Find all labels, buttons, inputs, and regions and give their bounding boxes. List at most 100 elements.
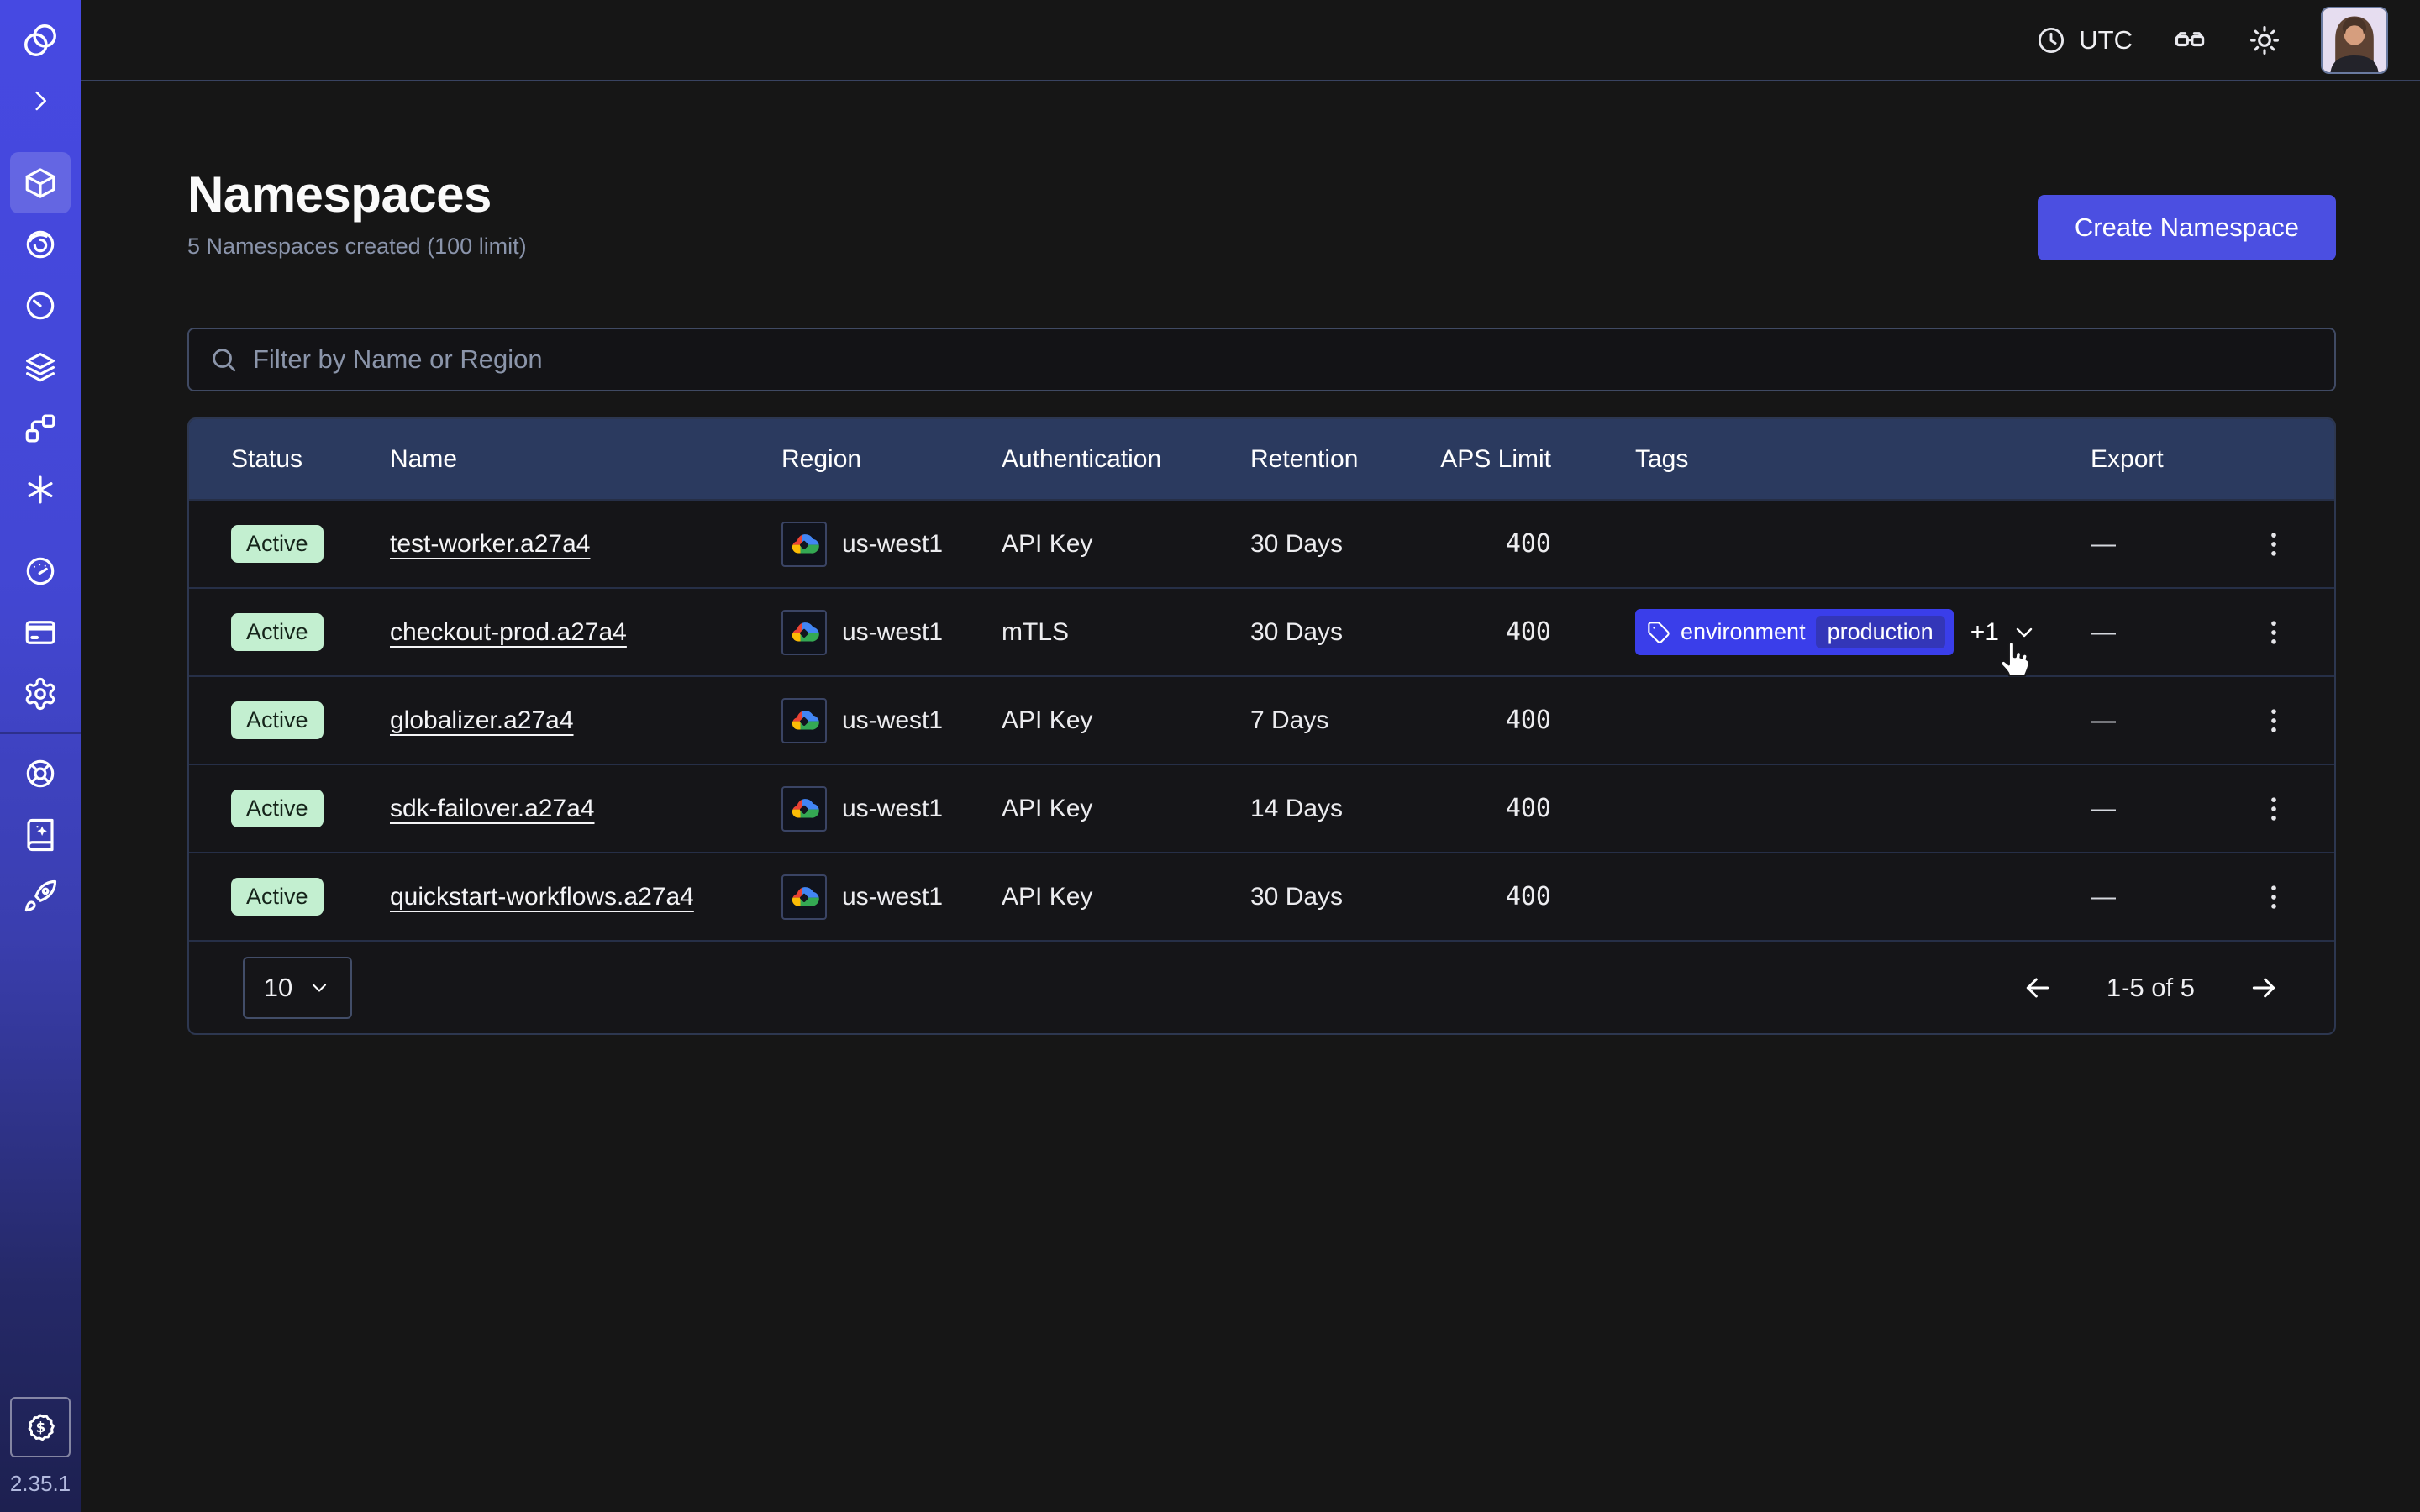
sidebar-item-batch-operations[interactable] (10, 397, 71, 459)
next-page-button[interactable] (2247, 971, 2281, 1005)
sidebar-item-workflows[interactable] (10, 213, 71, 275)
sun-icon (2247, 23, 2282, 58)
sidebar-item-schedules[interactable] (10, 275, 71, 336)
status-badge: Active (231, 613, 324, 651)
region-label: us-west1 (842, 795, 943, 823)
theme-toggle-button[interactable] (2247, 23, 2282, 58)
credit-card-icon (23, 615, 58, 650)
table-row: Active checkout-prod.a27a4 us-west1 mTLS… (189, 587, 2334, 675)
gauge-icon (23, 554, 58, 589)
col-header-export: Export (2091, 445, 2252, 474)
status-badge: Active (231, 701, 324, 739)
arrow-left-icon (2021, 971, 2054, 1005)
cube-icon (23, 165, 58, 201)
namespace-link[interactable]: sdk-failover.a27a4 (390, 795, 595, 822)
tags-more-count: +1 (1970, 618, 1999, 647)
gcp-cloud-icon (781, 610, 827, 655)
gear-icon (23, 676, 58, 711)
auth-label: API Key (1002, 706, 1250, 735)
tag-value: production (1816, 616, 1945, 648)
topbar: UTC (81, 0, 2420, 81)
aps-limit-value: 400 (1433, 706, 1551, 735)
create-namespace-button[interactable]: Create Namespace (2038, 195, 2336, 260)
row-menu-button[interactable] (2252, 696, 2296, 746)
retention-label: 30 Days (1250, 618, 1433, 647)
gcp-cloud-icon (781, 786, 827, 832)
status-badge: Active (231, 878, 324, 916)
chevron-down-icon (2011, 619, 2038, 646)
status-badge: Active (231, 790, 324, 827)
filter-searchbar[interactable] (187, 328, 2336, 391)
row-menu-button[interactable] (2252, 872, 2296, 922)
glasses-icon (2171, 22, 2208, 59)
col-header-status: Status (231, 445, 390, 474)
table-footer: 10 1-5 of 5 (189, 940, 2334, 1033)
col-header-aps-limit: APS Limit (1433, 445, 1551, 474)
aps-limit-value: 400 (1433, 617, 1551, 647)
dollar-seal-icon: $ (23, 1410, 58, 1445)
row-menu-button[interactable] (2252, 784, 2296, 834)
namespace-link[interactable]: globalizer.a27a4 (390, 706, 574, 734)
prev-page-button[interactable] (2021, 971, 2054, 1005)
sidebar-item-support[interactable] (10, 743, 71, 804)
region-label: us-west1 (842, 883, 943, 911)
page-size-select[interactable]: 10 (243, 957, 352, 1019)
retention-label: 14 Days (1250, 795, 1433, 823)
table-row: Active quickstart-workflows.a27a4 us-wes… (189, 852, 2334, 940)
chevron-down-icon (308, 976, 331, 1000)
asterisk-icon (23, 472, 58, 507)
sidebar-item-billing[interactable] (10, 601, 71, 663)
col-header-retention: Retention (1250, 445, 1433, 474)
page-title: Namespaces (187, 165, 2336, 223)
book-sparkle-icon (23, 817, 58, 853)
namespace-link[interactable]: quickstart-workflows.a27a4 (390, 883, 694, 911)
row-menu-button[interactable] (2252, 519, 2296, 570)
gcp-cloud-icon (781, 698, 827, 743)
sidebar-item-namespaces[interactable] (10, 152, 71, 213)
arrow-right-icon (2247, 971, 2281, 1005)
sidebar-item-nexus[interactable] (10, 459, 71, 520)
svg-text:$: $ (36, 1420, 46, 1436)
tag-chip[interactable]: environment production (1635, 609, 1954, 655)
region-label: us-west1 (842, 530, 943, 559)
namespace-link[interactable]: checkout-prod.a27a4 (390, 618, 627, 646)
sidebar-divider (0, 732, 81, 734)
aps-limit-value: 400 (1433, 794, 1551, 823)
timer-icon (23, 288, 58, 323)
sidebar-item-docs[interactable] (10, 804, 71, 865)
export-value: — (2091, 795, 2252, 823)
sidebar: $ 2.35.1 (0, 0, 81, 1512)
sidebar-item-usage[interactable] (10, 540, 71, 601)
auth-label: mTLS (1002, 618, 1250, 647)
main-content: Namespaces 5 Namespaces created (100 lim… (187, 81, 2336, 260)
sidebar-item-getting-started[interactable] (10, 865, 71, 927)
rocket-icon (23, 879, 58, 914)
workflow-graph-icon (23, 411, 58, 446)
app-version: 2.35.1 (10, 1471, 71, 1497)
temporal-logo-icon[interactable] (10, 10, 71, 71)
region-label: us-west1 (842, 618, 943, 647)
export-value: — (2091, 618, 2252, 647)
sidebar-item-deployments[interactable] (10, 336, 71, 397)
auth-label: API Key (1002, 883, 1250, 911)
col-header-region: Region (781, 445, 1002, 474)
page-subtitle: 5 Namespaces created (100 limit) (187, 234, 2336, 260)
gcp-cloud-icon (781, 522, 827, 567)
sidebar-item-settings[interactable] (10, 663, 71, 724)
lifebuoy-icon (23, 756, 58, 791)
tags-expand-toggle[interactable]: +1 (1970, 618, 2038, 647)
credits-button[interactable]: $ (10, 1397, 71, 1457)
labs-glasses-button[interactable] (2171, 22, 2208, 59)
table-row: Active globalizer.a27a4 us-west1 API Key… (189, 675, 2334, 764)
namespace-link[interactable]: test-worker.a27a4 (390, 530, 590, 558)
col-header-tags: Tags (1551, 445, 2091, 474)
table-row: Active sdk-failover.a27a4 us-west1 API K… (189, 764, 2334, 852)
table-header-row: Status Name Region Authentication Retent… (189, 419, 2334, 499)
retention-label: 30 Days (1250, 883, 1433, 911)
row-menu-button[interactable] (2252, 607, 2296, 658)
timezone-selector[interactable]: UTC (2035, 24, 2133, 56)
filter-input[interactable] (253, 344, 2314, 375)
user-avatar[interactable] (2321, 7, 2388, 74)
auth-label: API Key (1002, 530, 1250, 559)
sidebar-expand-chevron-icon[interactable] (10, 71, 71, 131)
